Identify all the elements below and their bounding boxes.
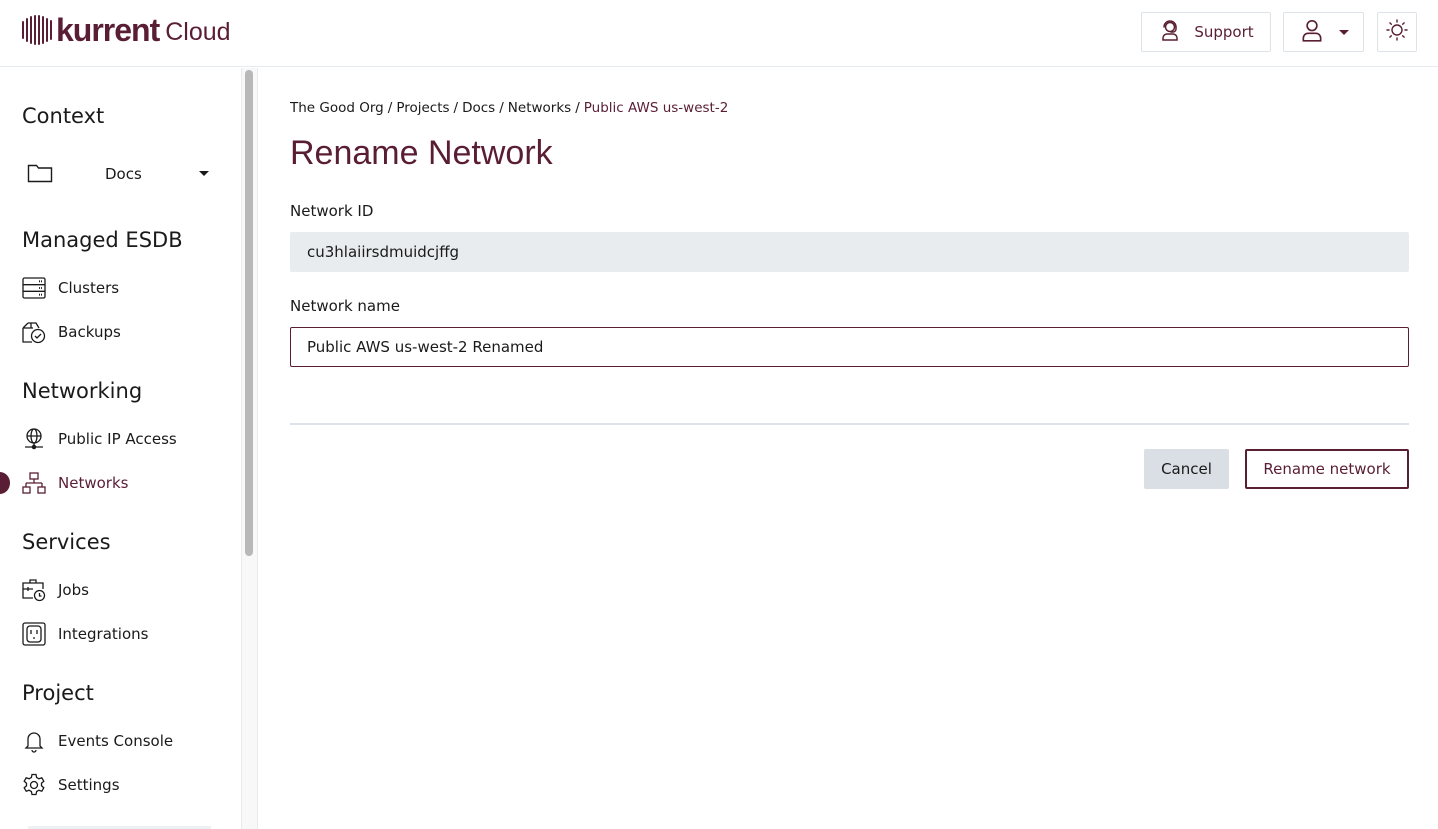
chevron-down-icon <box>1338 29 1349 35</box>
sidebar-item-clusters[interactable]: Clusters <box>22 274 222 302</box>
network-name-label: Network name <box>290 297 400 315</box>
sidebar-item-events-console[interactable]: Events Console <box>22 727 222 755</box>
globe-network-icon <box>22 427 46 451</box>
breadcrumb-projects[interactable]: Projects <box>396 100 449 116</box>
sidebar-item-label: Jobs <box>58 581 89 599</box>
sidebar-item-label: Backups <box>58 323 121 341</box>
sidebar-item-label: Clusters <box>58 279 120 297</box>
kurrent-cloud-logo[interactable]: kurrent Cloud <box>22 14 231 46</box>
sidebar-item-settings[interactable]: Settings <box>22 771 222 799</box>
sidebar-scrollbar[interactable] <box>242 68 258 829</box>
gear-icon <box>22 773 46 797</box>
logo-wordmark: kurrent <box>56 12 160 48</box>
chevron-down-icon <box>199 171 209 176</box>
sidebar-section-project: Project <box>22 681 94 705</box>
user-icon <box>1299 17 1325 47</box>
sidebar-item-jobs[interactable]: Jobs <box>22 576 222 604</box>
cancel-button[interactable]: Cancel <box>1144 449 1229 489</box>
backup-icon <box>22 320 46 344</box>
sidebar-item-label: Integrations <box>58 625 149 643</box>
sidebar-section-services: Services <box>22 530 111 554</box>
sidebar-section-context: Context <box>22 104 105 128</box>
breadcrumb-separator: / <box>387 100 393 116</box>
headset-icon <box>1158 18 1182 46</box>
breadcrumb-org[interactable]: The Good Org <box>290 100 384 116</box>
support-button[interactable]: Support <box>1141 12 1271 52</box>
sidebar-item-label: Networks <box>58 474 129 492</box>
support-label: Support <box>1194 23 1254 41</box>
folder-icon <box>27 161 53 189</box>
sidebar-item-networks[interactable]: Networks <box>22 469 222 497</box>
page-title: Rename Network <box>290 134 553 172</box>
briefcase-clock-icon <box>22 578 46 602</box>
sun-icon <box>1385 18 1409 46</box>
sidebar-item-integrations[interactable]: Integrations <box>22 620 222 648</box>
logo-mark-icon <box>22 15 52 45</box>
breadcrumb-separator: / <box>453 100 459 116</box>
network-name-input[interactable] <box>290 327 1409 367</box>
network-topology-icon <box>22 471 46 495</box>
sidebar-item-public-ip-access[interactable]: Public IP Access <box>22 425 222 453</box>
sidebar-item-backups[interactable]: Backups <box>22 318 222 346</box>
bell-icon <box>22 729 46 753</box>
breadcrumb-separator: / <box>575 100 580 116</box>
plug-outlet-icon <box>22 622 46 646</box>
breadcrumb-separator: / <box>499 100 504 116</box>
sidebar-item-label: Events Console <box>58 732 174 750</box>
rename-network-button[interactable]: Rename network <box>1245 449 1409 489</box>
network-id-field: cu3hlaiirsdmuidcjffg <box>290 232 1409 272</box>
server-icon <box>22 276 46 300</box>
breadcrumb-current: Public AWS us-west-2 <box>583 100 729 116</box>
sidebar-scrollbar-thumb[interactable] <box>245 70 253 556</box>
top-bar: kurrent Cloud Support <box>0 0 1438 67</box>
breadcrumb-networks[interactable]: Networks <box>508 100 571 116</box>
sidebar-item-label: Public IP Access <box>58 430 177 448</box>
breadcrumb-project[interactable]: Docs <box>462 100 495 116</box>
breadcrumb: The Good Org / Projects / Docs / Networks / Publ… <box>290 100 728 116</box>
theme-toggle-button[interactable] <box>1377 12 1417 52</box>
context-selected-value: Docs <box>105 165 142 183</box>
context-selector[interactable]: Docs <box>22 158 222 190</box>
sidebar-section-networking: Networking <box>22 379 143 403</box>
sidebar-item-label: Settings <box>58 776 120 794</box>
sidebar-section-managed-esdb: Managed ESDB <box>22 228 183 252</box>
form-divider <box>290 423 1409 425</box>
user-menu-button[interactable] <box>1283 12 1364 52</box>
logo-product: Cloud <box>165 17 231 46</box>
network-id-label: Network ID <box>290 202 374 220</box>
